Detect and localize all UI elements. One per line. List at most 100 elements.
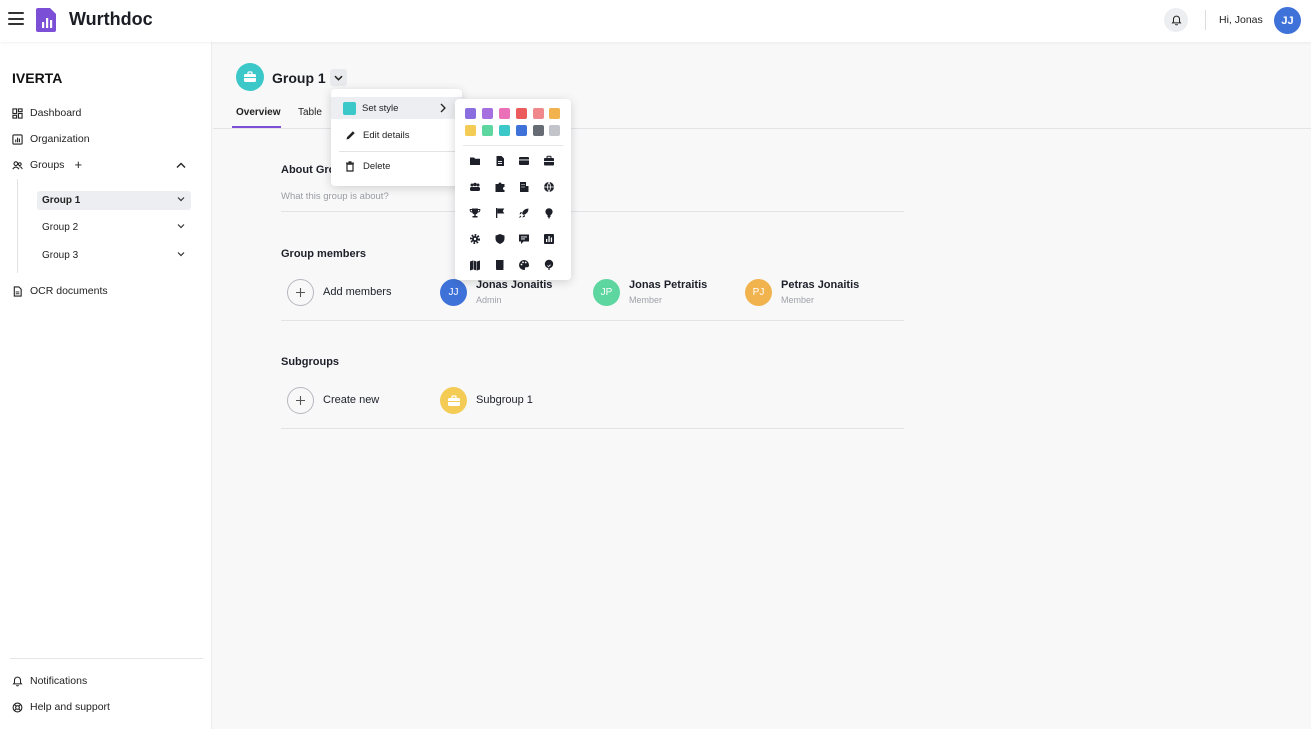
palette-icon[interactable] [517,258,531,272]
org-chart-icon [12,133,23,145]
sidebar-item-organization[interactable]: Organization [12,130,90,148]
divider [463,145,563,146]
briefcase-icon[interactable] [542,154,556,168]
add-members-label[interactable]: Add members [323,286,391,298]
page-title: Group 1 [272,70,326,86]
sidebar-item-dashboard[interactable]: Dashboard [12,104,81,122]
divider [281,320,904,321]
color-swatch[interactable] [533,125,544,136]
tab-table[interactable]: Table [298,107,322,118]
subgroup-avatar[interactable] [440,387,467,414]
app-title: Wurthdoc [69,9,153,29]
menu-item-set-style[interactable]: Set style [331,97,462,119]
chevron-down-icon[interactable] [177,223,185,229]
lightbulb-icon[interactable] [542,206,556,220]
color-swatch[interactable] [549,108,560,119]
create-subgroup-button[interactable] [287,387,314,414]
puzzle-icon[interactable] [493,180,507,194]
chevron-down-icon[interactable] [177,196,185,202]
lifebuoy-icon [12,702,23,712]
tree-line [17,179,18,273]
active-tab-indicator [232,126,281,128]
sidebar-item-label: Dashboard [30,107,82,119]
pencil-icon [346,130,355,139]
organization-name: IVERTA [12,70,63,86]
notifications-button[interactable] [1164,8,1188,32]
sidebar-group-3[interactable]: Group 3 [37,246,191,265]
menu-icon[interactable] [8,12,24,26]
map-icon[interactable] [468,258,482,272]
bell-icon [12,676,23,686]
sidebar-item-label: Organization [30,133,90,145]
menu-item-label: Edit details [363,129,410,141]
bell-icon [1171,15,1181,25]
sidebar-item-label: Notifications [30,675,88,687]
book-icon[interactable] [493,258,507,272]
subgroups-title: Subgroups [281,356,340,368]
sidebar: IVERTA Dashboard Organization Groups + G… [0,42,212,729]
color-swatch[interactable] [465,125,476,136]
menu-item-delete[interactable]: Delete [331,155,462,177]
app-logo-icon [36,8,56,32]
color-swatch[interactable] [533,108,544,119]
sidebar-item-notifications[interactable]: Notifications [12,672,87,690]
divider [1205,10,1206,30]
menu-item-label: Set style [362,102,399,114]
people-icon[interactable] [468,180,482,194]
gear-icon[interactable] [468,232,482,246]
color-swatch[interactable] [499,125,510,136]
plus-icon [296,396,305,405]
shield-icon[interactable] [493,232,507,246]
globe-icon[interactable] [542,180,556,194]
color-swatch[interactable] [482,108,493,119]
color-swatch[interactable] [549,125,560,136]
divider [339,151,456,152]
plus-icon [296,288,305,297]
building-icon[interactable] [517,180,531,194]
chat-icon[interactable] [517,232,531,246]
member-name: Jonas Petraitis [629,279,708,291]
subgroup-name[interactable]: Subgroup 1 [476,394,533,406]
user-greeting: Hi, Jonas [1219,14,1263,26]
member-avatar[interactable]: JJ [440,279,467,306]
chevron-up-icon[interactable] [176,161,186,169]
sidebar-item-label: OCR documents [30,285,108,297]
sidebar-item-help[interactable]: Help and support [12,698,110,716]
flag-icon[interactable] [493,206,507,220]
sidebar-item-ocr[interactable]: OCR documents [12,282,108,300]
divider [281,428,904,429]
member-avatar[interactable]: PJ [745,279,772,306]
add-group-icon[interactable]: + [74,158,82,171]
create-subgroup-label[interactable]: Create new [323,394,379,406]
sidebar-group-2[interactable]: Group 2 [37,218,191,237]
color-swatch[interactable] [465,108,476,119]
sidebar-item-label: Help and support [30,701,110,713]
sidebar-group-1[interactable]: Group 1 [37,191,191,210]
briefcase-icon [244,71,256,82]
color-swatch[interactable] [499,108,510,119]
about-description-input[interactable]: What this group is about? [281,191,389,202]
trophy-icon[interactable] [468,206,482,220]
user-avatar[interactable]: JJ [1274,7,1301,34]
color-swatch[interactable] [482,125,493,136]
group-options-button[interactable] [330,69,347,86]
chart-icon[interactable] [542,232,556,246]
dashboard-icon [12,107,23,119]
menu-item-edit-details[interactable]: Edit details [331,124,462,146]
group-avatar[interactable] [236,63,264,91]
document-icon[interactable] [493,154,507,168]
sidebar-item-groups[interactable]: Groups + [12,156,82,174]
chevron-down-icon[interactable] [177,251,185,257]
tab-overview[interactable]: Overview [236,107,280,118]
member-avatar[interactable]: JP [593,279,620,306]
style-color-swatch [343,101,356,115]
color-swatch[interactable] [516,108,527,119]
members-title: Group members [281,248,366,260]
inbox-icon[interactable] [517,154,531,168]
rocket-icon[interactable] [517,206,531,220]
color-swatch[interactable] [516,125,527,136]
add-members-button[interactable] [287,279,314,306]
folder-icon[interactable] [468,154,482,168]
tree-icon[interactable] [542,258,556,272]
group-label: Group 3 [42,250,79,261]
